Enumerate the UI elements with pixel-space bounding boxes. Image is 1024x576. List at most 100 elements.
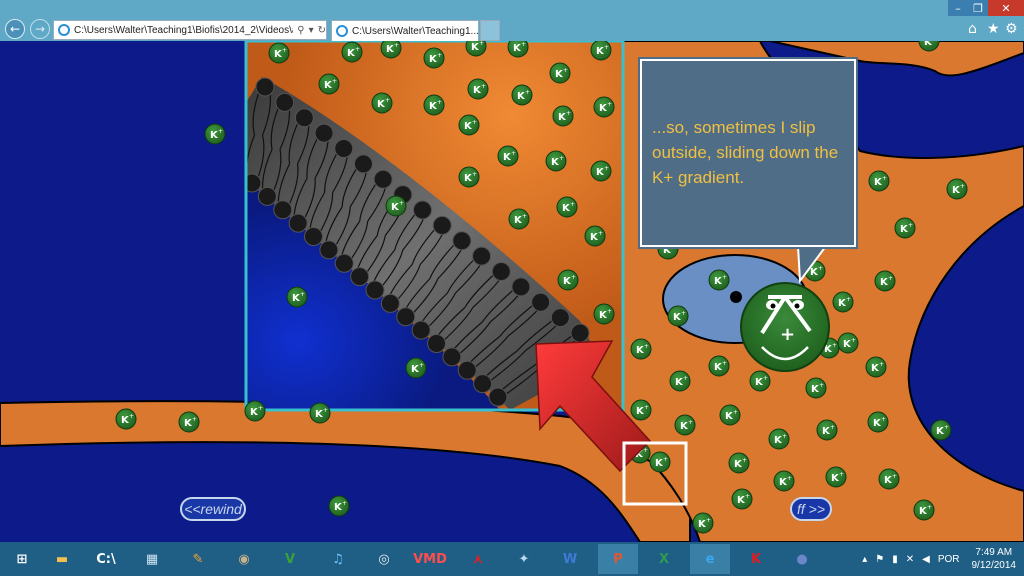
restore-button[interactable]: ❐ <box>968 0 988 16</box>
k-ion-charge: + <box>399 200 404 207</box>
k-ion: K+ <box>268 42 290 64</box>
k-ion-charge: + <box>763 375 768 382</box>
calculator-button[interactable]: ▦ <box>132 544 172 574</box>
k-ion-charge: + <box>525 89 530 96</box>
k-ion: K+ <box>458 114 480 136</box>
word-button[interactable]: W <box>550 544 590 574</box>
volume-icon[interactable]: ◀ <box>922 554 930 565</box>
k-ion-charge: + <box>607 308 612 315</box>
k-ion: K+ <box>719 404 741 426</box>
k-ion-charge: + <box>521 41 526 48</box>
k-ion: K+ <box>593 303 615 325</box>
k-ion: K+ <box>115 408 137 430</box>
excel-button[interactable]: X <box>644 544 684 574</box>
address-bar[interactable]: C:\Users\Walter\Teaching1\Biofis\2014_2\… <box>53 20 327 40</box>
home-icon[interactable]: ⌂ <box>968 21 977 37</box>
k-ion-charge: + <box>722 360 727 367</box>
media-app-icon: ◎ <box>378 551 390 567</box>
k-ion: K+ <box>178 411 200 433</box>
k-ion: K+ <box>385 195 407 217</box>
k-ion: K+ <box>805 377 827 399</box>
k-ion: K+ <box>380 41 402 59</box>
tab-active[interactable]: C:\Users\Walter\Teaching1... × <box>331 20 479 41</box>
k-ion-charge: + <box>437 52 442 59</box>
k-ion: K+ <box>878 468 900 490</box>
rewind-button[interactable]: <<rewind <box>180 497 246 521</box>
fast-forward-button[interactable]: ff >> <box>790 497 832 521</box>
character-charge: + <box>780 324 795 345</box>
k-ion-charge: + <box>332 78 337 85</box>
k-ion-charge: + <box>818 265 823 272</box>
close-window-button[interactable]: ✕ <box>988 0 1024 16</box>
back-button[interactable]: ← <box>5 19 25 39</box>
lipid-head <box>288 213 308 233</box>
paint-button[interactable]: ✎ <box>178 544 218 574</box>
internet-explorer-button[interactable]: e <box>690 544 730 574</box>
start-button-button[interactable]: ⊞ <box>2 544 42 574</box>
gear-icon[interactable]: ⚙ <box>1005 21 1018 37</box>
lipid-head <box>255 77 275 97</box>
ie-page-icon <box>58 24 70 36</box>
safari-button[interactable]: ✦ <box>504 544 544 574</box>
forward-button[interactable]: → <box>30 19 50 39</box>
k-ion-charge: + <box>742 457 747 464</box>
k-ion: K+ <box>371 92 393 114</box>
k-ion: K+ <box>708 355 730 377</box>
minimize-button[interactable]: – <box>948 0 968 16</box>
network-icon[interactable]: ✕ <box>906 554 914 565</box>
lipid-head <box>457 360 477 380</box>
k-ion: K+ <box>773 470 795 492</box>
language-indicator[interactable]: POR <box>938 554 960 565</box>
k-ion: K+ <box>630 338 652 360</box>
file-explorer-button[interactable]: ▬ <box>42 544 82 574</box>
k-ion-charge: + <box>419 362 424 369</box>
start-button-icon: ⊞ <box>16 551 28 567</box>
command-prompt-button[interactable]: C:\ <box>86 544 126 574</box>
back-arrow-icon: ← <box>9 22 21 36</box>
search-icon[interactable]: ⚲ <box>297 25 304 36</box>
k-ion: K+ <box>816 419 838 441</box>
address-text[interactable]: C:\Users\Walter\Teaching1\Biofis\2014_2\… <box>74 25 293 36</box>
gimp-button[interactable]: ◉ <box>224 544 264 574</box>
lipid-head <box>365 280 385 300</box>
lipid-head <box>570 323 590 343</box>
k-ion-charge: + <box>598 230 603 237</box>
dropdown-icon[interactable]: ▾ <box>309 25 314 36</box>
vim-button[interactable]: V <box>270 544 310 574</box>
clock[interactable]: 7:49 AM 9/12/2014 <box>972 546 1017 572</box>
k-ion: K+ <box>423 94 445 116</box>
acrobat-button[interactable]: ⋏ <box>458 544 498 574</box>
itunes-button[interactable]: ♫ <box>318 544 358 574</box>
k-ion: K+ <box>556 196 578 218</box>
kaspersky-button[interactable]: K <box>736 544 776 574</box>
lipid-head <box>550 308 570 328</box>
battery-icon[interactable]: ▮ <box>892 554 898 565</box>
favorites-icon[interactable]: ★ <box>987 21 1000 37</box>
k-ion-charge: + <box>944 424 949 431</box>
vmd-button[interactable]: VMD <box>410 544 450 574</box>
k-ion-charge: + <box>355 46 360 53</box>
lipid-head <box>472 246 492 266</box>
k-ion-charge: + <box>882 175 887 182</box>
lipid-head <box>432 215 452 235</box>
k-ion-charge: + <box>733 409 738 416</box>
k-ion: K+ <box>508 208 530 230</box>
k-ion-charge: + <box>644 404 649 411</box>
vim-icon: V <box>284 551 296 567</box>
k-ion-charge: + <box>787 475 792 482</box>
lipid-head <box>491 262 511 281</box>
calculator-icon: ▦ <box>145 551 159 567</box>
action-center-icon[interactable]: ⚑ <box>875 554 884 565</box>
k-ion: K+ <box>465 41 487 57</box>
media-app-button[interactable]: ◎ <box>364 544 404 574</box>
powerpoint-button[interactable]: P <box>598 544 638 574</box>
k-ion-charge: + <box>342 500 347 507</box>
k-ion: K+ <box>669 370 691 392</box>
new-tab-button[interactable] <box>480 20 500 41</box>
refresh-icon[interactable]: ↻ <box>318 25 326 36</box>
lipid-head <box>380 293 400 313</box>
k-ion-label: K <box>924 41 933 48</box>
k-ion: K+ <box>674 414 696 436</box>
globe-app-button[interactable]: ● <box>782 544 822 574</box>
tray-overflow-icon[interactable]: ▴ <box>862 554 867 565</box>
